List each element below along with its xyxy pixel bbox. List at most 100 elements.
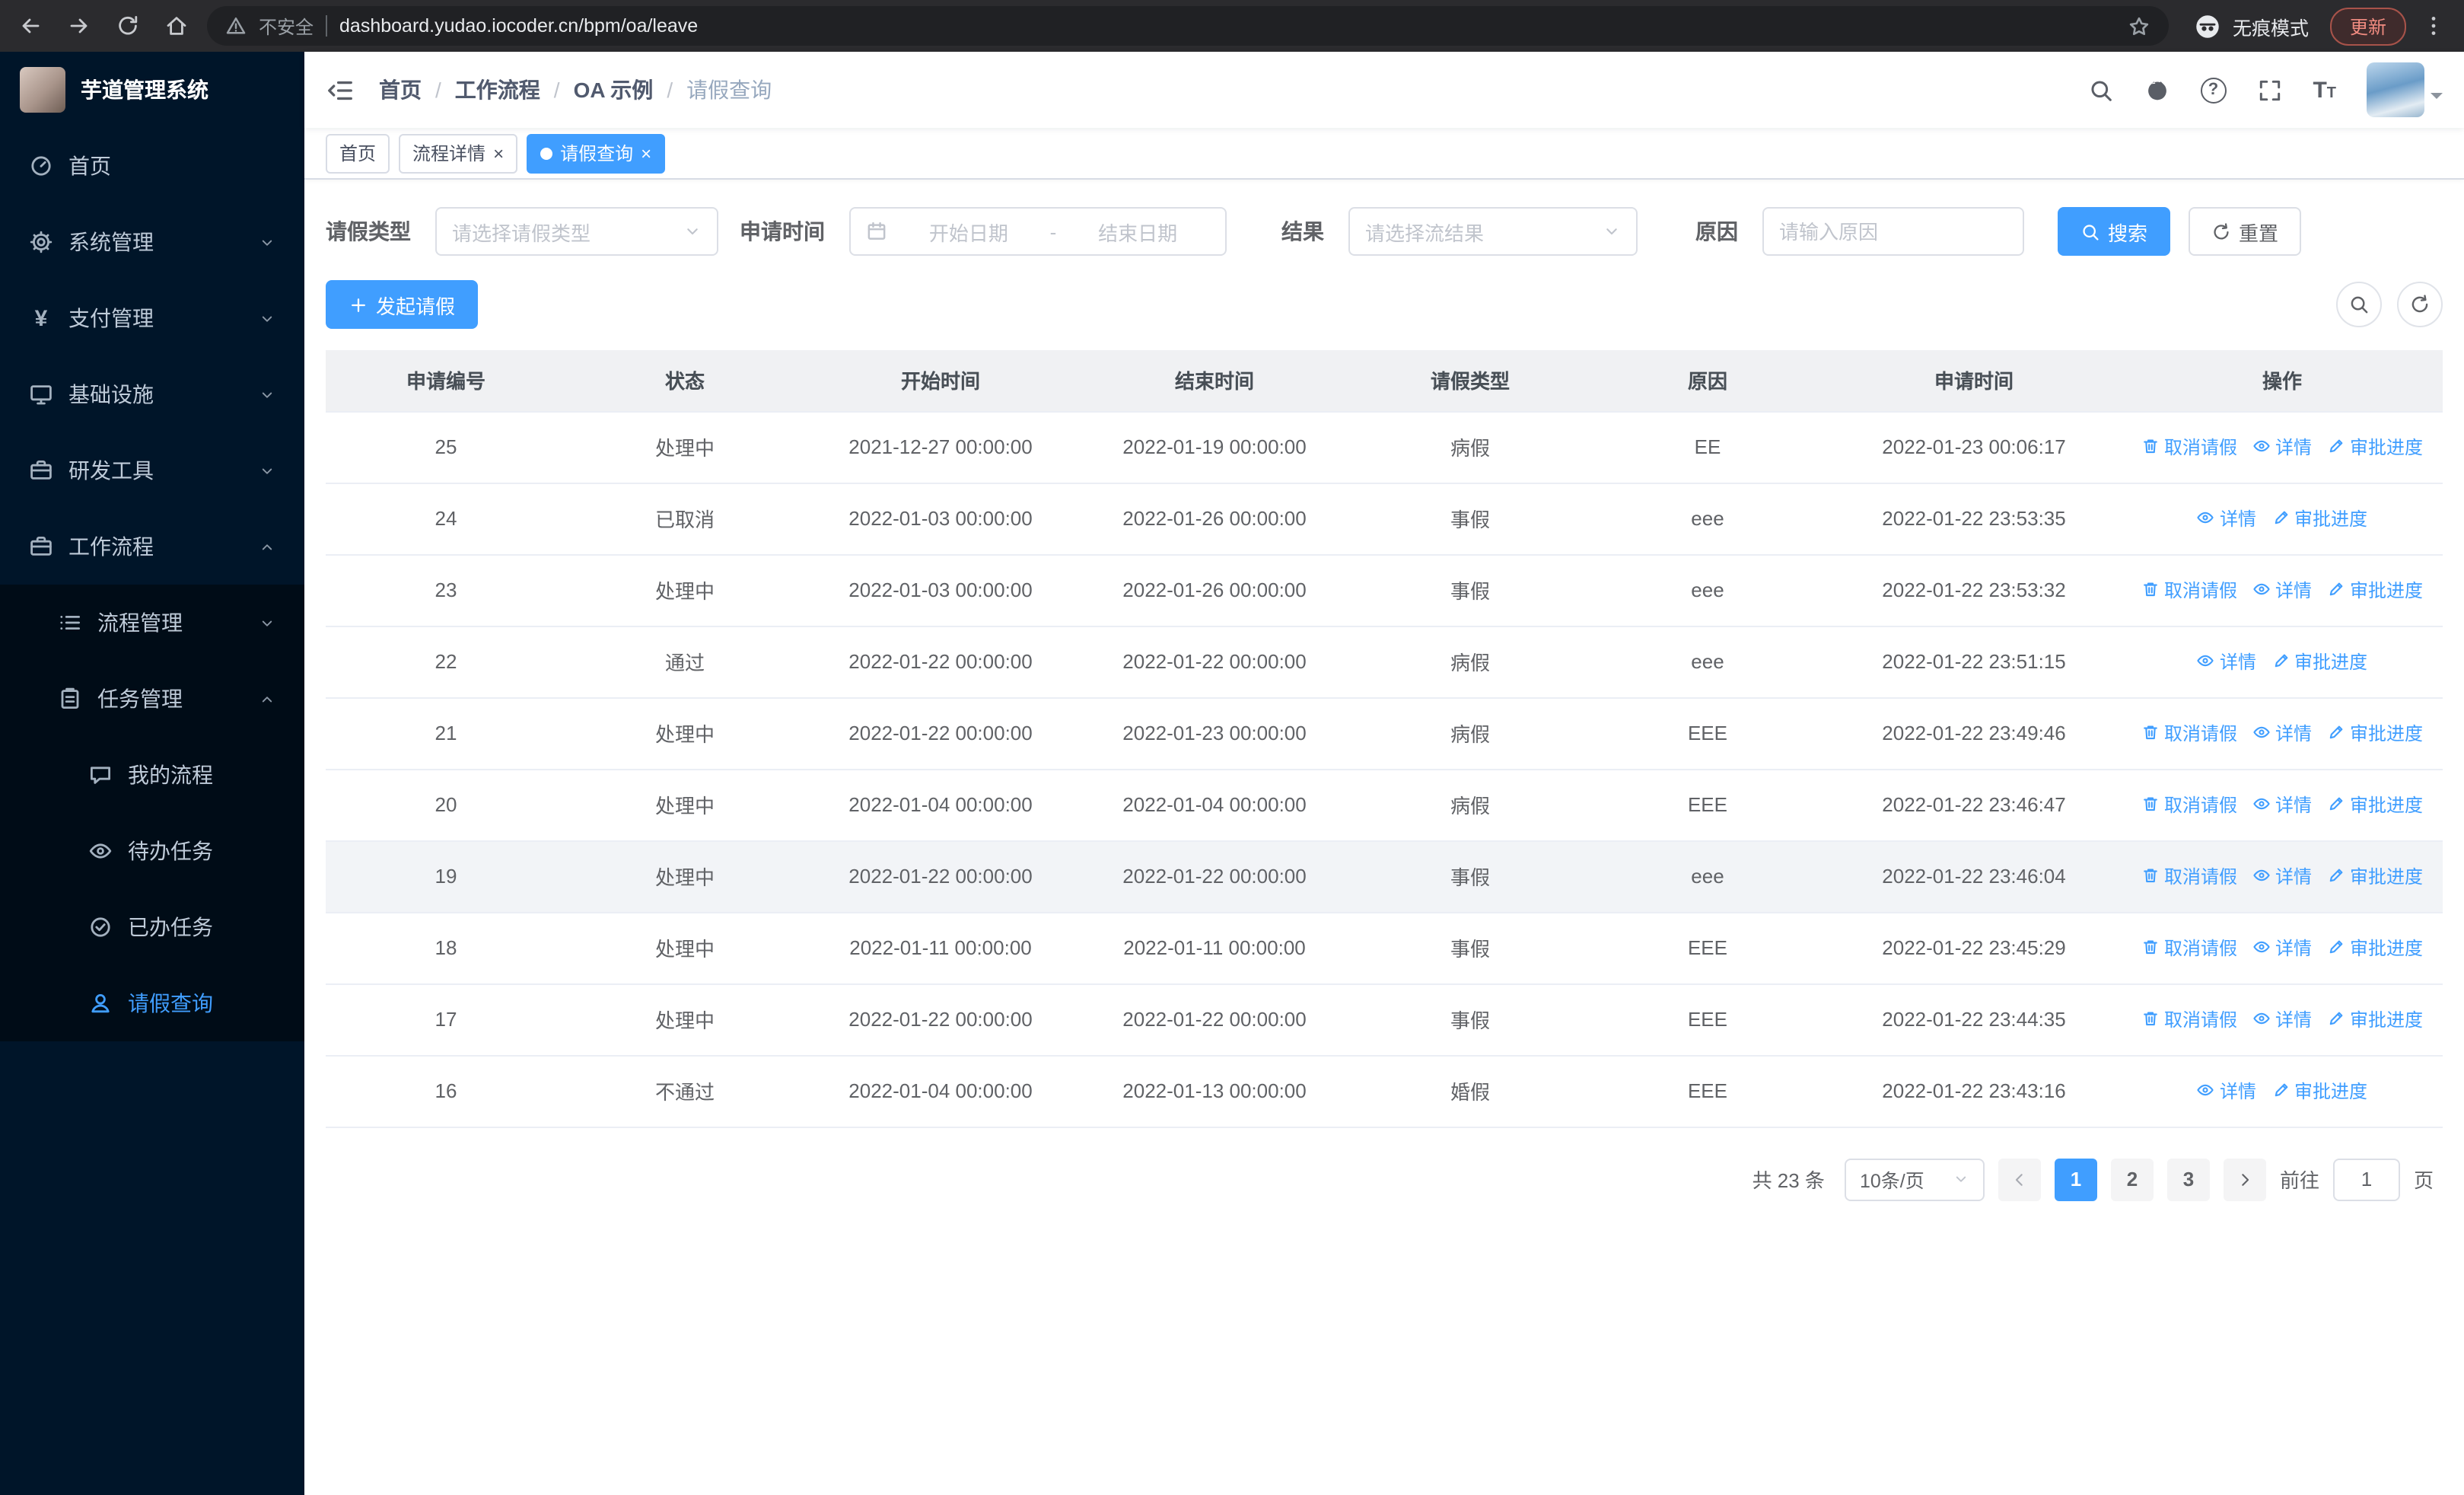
- page-size-select[interactable]: 10条/页: [1844, 1158, 1985, 1200]
- sidebar-item-my-process[interactable]: 我的流程: [0, 737, 304, 813]
- cancel-leave-link[interactable]: 取消请假: [2141, 434, 2237, 460]
- goto-page-input[interactable]: [2332, 1158, 2400, 1200]
- cell-apply-time: 2022-01-23 00:06:17: [1826, 411, 2122, 483]
- detail-link[interactable]: 详情: [2252, 577, 2312, 603]
- page-button-2[interactable]: 2: [2110, 1158, 2154, 1200]
- cell-leave-type: 事假: [1351, 983, 1589, 1056]
- edit-icon: [2327, 724, 2345, 742]
- show-search-button[interactable]: [2336, 282, 2382, 327]
- search-button[interactable]: 搜索: [2058, 207, 2171, 256]
- sidebar-collapse-icon[interactable]: [326, 75, 355, 104]
- browser-nav-buttons: [18, 14, 189, 38]
- browser-home-icon[interactable]: [164, 14, 189, 38]
- cell-start-time: 2022-01-22 00:00:00: [804, 983, 1078, 1056]
- main-area: 首页 / 工作流程 / OA 示例 / 请假查询 ? TT 首页 流程详情 × …: [304, 52, 2464, 1495]
- font-size-icon[interactable]: TT: [2313, 78, 2336, 101]
- page-button-1[interactable]: 1: [2054, 1158, 2097, 1200]
- page-size-label: 10条/页: [1859, 1171, 1924, 1192]
- browser-menu-icon[interactable]: [2421, 14, 2446, 38]
- tab-leave-query[interactable]: 请假查询 ×: [527, 133, 666, 173]
- approval-progress-link[interactable]: 审批进度: [2271, 1078, 2367, 1104]
- next-page-button[interactable]: [2223, 1158, 2266, 1200]
- detail-link[interactable]: 详情: [2252, 1006, 2312, 1032]
- sidebar-item-infra[interactable]: 基础设施: [0, 356, 304, 432]
- cancel-leave-link[interactable]: 取消请假: [2141, 935, 2237, 961]
- prev-page-button[interactable]: [1998, 1158, 2041, 1200]
- detail-link[interactable]: 详情: [2252, 863, 2312, 889]
- approval-progress-link[interactable]: 审批进度: [2327, 434, 2423, 460]
- sidebar-item-task-management[interactable]: 任务管理: [0, 661, 304, 737]
- yen-icon: ¥: [34, 305, 48, 331]
- user-avatar-menu[interactable]: [2367, 62, 2443, 117]
- approval-progress-link[interactable]: 审批进度: [2327, 1006, 2423, 1032]
- approval-progress-link[interactable]: 审批进度: [2271, 649, 2367, 674]
- detail-link[interactable]: 详情: [2197, 1078, 2256, 1104]
- approval-progress-link[interactable]: 审批进度: [2327, 935, 2423, 961]
- browser-reload-icon[interactable]: [116, 14, 140, 38]
- cancel-leave-link[interactable]: 取消请假: [2141, 720, 2237, 746]
- cell-apply-no: 16: [326, 1055, 566, 1127]
- cell-actions: 取消请假 详情 审批进度: [2122, 411, 2443, 483]
- page-button-3[interactable]: 3: [2166, 1158, 2210, 1200]
- address-bar[interactable]: 不安全 dashboard.yudao.iocoder.cn/bpm/oa/le…: [207, 6, 2169, 46]
- sidebar-item-payment[interactable]: ¥ 支付管理: [0, 280, 304, 356]
- breadcrumb: 首页 / 工作流程 / OA 示例 / 请假查询: [379, 75, 772, 105]
- close-icon[interactable]: ×: [641, 144, 651, 162]
- sidebar-item-todo-tasks[interactable]: 待办任务: [0, 813, 304, 889]
- eye-icon: [88, 839, 113, 863]
- chevron-left-icon: [2010, 1170, 2029, 1188]
- approval-progress-link[interactable]: 审批进度: [2327, 720, 2423, 746]
- sidebar-item-system[interactable]: 系统管理: [0, 204, 304, 280]
- detail-link[interactable]: 详情: [2197, 649, 2256, 674]
- github-icon[interactable]: [2144, 77, 2170, 103]
- approval-progress-link[interactable]: 审批进度: [2327, 792, 2423, 818]
- cancel-leave-link[interactable]: 取消请假: [2141, 577, 2237, 603]
- security-warning-icon[interactable]: [225, 15, 247, 37]
- eye-icon: [2252, 867, 2271, 885]
- approval-progress-link[interactable]: 审批进度: [2271, 505, 2367, 531]
- breadcrumb-separator: /: [435, 78, 441, 102]
- browser-forward-icon[interactable]: [67, 14, 91, 38]
- detail-link[interactable]: 详情: [2252, 434, 2312, 460]
- close-icon[interactable]: ×: [493, 144, 504, 162]
- sidebar-item-home[interactable]: 首页: [0, 128, 304, 204]
- sidebar-item-leave-query[interactable]: 请假查询: [0, 965, 304, 1041]
- leave-type-select[interactable]: 请选择请假类型: [435, 207, 718, 256]
- sidebar-item-process-management[interactable]: 流程管理: [0, 585, 304, 661]
- breadcrumb-item[interactable]: 工作流程: [455, 75, 540, 105]
- breadcrumb-item[interactable]: OA 示例: [574, 75, 654, 105]
- result-select[interactable]: 请选择流结果: [1348, 207, 1638, 256]
- detail-link[interactable]: 详情: [2252, 792, 2312, 818]
- reason-input[interactable]: [1762, 207, 2024, 256]
- breadcrumb-item[interactable]: 首页: [379, 75, 422, 105]
- apply-time-range-picker[interactable]: 开始日期 - 结束日期: [849, 207, 1227, 256]
- browser-back-icon[interactable]: [18, 14, 43, 38]
- detail-link[interactable]: 详情: [2252, 720, 2312, 746]
- refresh-table-button[interactable]: [2397, 282, 2443, 327]
- detail-link[interactable]: 详情: [2197, 505, 2256, 531]
- create-leave-button[interactable]: 发起请假: [326, 280, 479, 329]
- cancel-leave-link[interactable]: 取消请假: [2141, 863, 2237, 889]
- cell-apply-time: 2022-01-22 23:44:35: [1826, 983, 2122, 1056]
- sidebar-item-done-tasks[interactable]: 已办任务: [0, 889, 304, 965]
- search-icon[interactable]: [2087, 77, 2113, 103]
- sidebar-item-workflow[interactable]: 工作流程: [0, 508, 304, 585]
- approval-progress-link[interactable]: 审批进度: [2327, 577, 2423, 603]
- sidebar-item-devtools[interactable]: 研发工具: [0, 432, 304, 508]
- tab-process-detail[interactable]: 流程详情 ×: [399, 133, 518, 173]
- cancel-leave-link[interactable]: 取消请假: [2141, 1006, 2237, 1032]
- refresh-icon: [2409, 294, 2431, 315]
- eye-icon: [2252, 581, 2271, 599]
- detail-link[interactable]: 详情: [2252, 935, 2312, 961]
- trash-icon: [2141, 795, 2160, 814]
- toolbox-icon: [29, 458, 53, 483]
- help-icon[interactable]: ?: [2200, 77, 2227, 103]
- tab-home[interactable]: 首页: [326, 133, 390, 173]
- bookmark-star-icon[interactable]: [2128, 14, 2150, 37]
- browser-update-button[interactable]: 更新: [2329, 7, 2406, 45]
- fullscreen-icon[interactable]: [2256, 77, 2282, 103]
- approval-progress-link[interactable]: 审批进度: [2327, 863, 2423, 889]
- reset-button[interactable]: 重置: [2189, 207, 2302, 256]
- cancel-leave-link[interactable]: 取消请假: [2141, 792, 2237, 818]
- app-logo: 芋道管理系统: [0, 52, 304, 128]
